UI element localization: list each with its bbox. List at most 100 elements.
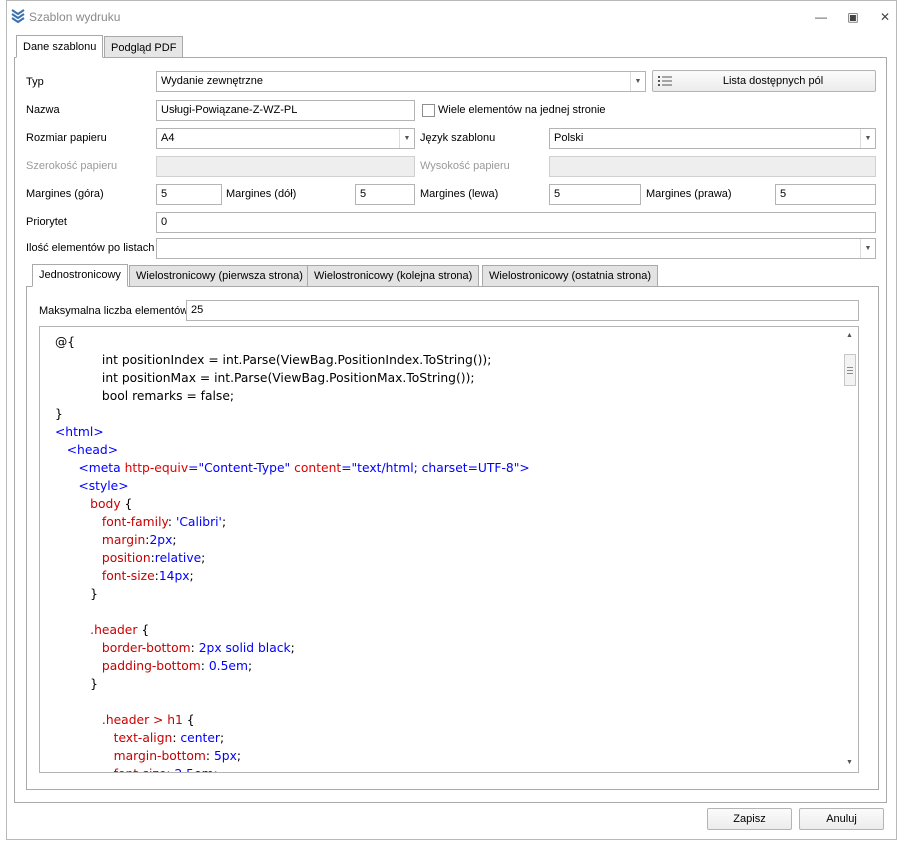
cancel-button[interactable]: Anuluj bbox=[799, 808, 884, 830]
code-token: http-equiv bbox=[124, 461, 189, 475]
code-token: padding-bottom bbox=[55, 659, 201, 673]
code-token: 2px bbox=[149, 533, 173, 547]
code-token: 5px bbox=[213, 749, 237, 763]
code-line: padding-bottom: 0.5em; bbox=[55, 657, 530, 675]
code-token: "text/html; charset=UTF-8" bbox=[351, 461, 520, 475]
nazwa-input[interactable]: Usługi-Powiązane-Z-WZ-PL bbox=[156, 100, 415, 121]
close-icon[interactable]: ✕ bbox=[876, 9, 894, 25]
code-token: { bbox=[124, 497, 133, 511]
code-line: body { bbox=[55, 495, 530, 513]
margines-gora-input[interactable]: 5 bbox=[156, 184, 222, 205]
wysokosc-papieru-label: Wysokość papieru bbox=[420, 160, 510, 172]
code-token: ; bbox=[221, 515, 227, 529]
rozmiar-papieru-combo[interactable]: A4 ▼ bbox=[156, 128, 415, 149]
code-token: > bbox=[519, 461, 530, 475]
scroll-thumb[interactable] bbox=[844, 354, 856, 386]
szerokosc-papieru-input bbox=[156, 156, 415, 177]
margines-lewa-label: Margines (lewa) bbox=[420, 188, 499, 200]
code-token: ; bbox=[247, 659, 253, 673]
code-token: margin bbox=[55, 533, 146, 547]
lista-dostepnych-pol-button[interactable]: Lista dostępnych pól bbox=[652, 70, 876, 92]
code-line: <html> bbox=[55, 423, 530, 441]
code-line: int positionMax = int.Parse(ViewBag.Posi… bbox=[55, 369, 530, 387]
typ-label: Typ bbox=[26, 76, 44, 88]
jezyk-szablonu-combo[interactable]: Polski ▼ bbox=[549, 128, 876, 149]
code-token: } bbox=[55, 587, 99, 601]
code-token: font-size bbox=[55, 569, 155, 583]
margines-prawa-label: Margines (prawa) bbox=[646, 188, 732, 200]
chevron-down-icon[interactable]: ▼ bbox=[860, 239, 875, 258]
code-line: position:relative; bbox=[55, 549, 530, 567]
dialog-window: Szablon wydruku — ▣ ✕ Dane szablonu Podg… bbox=[6, 0, 897, 840]
ilosc-elementow-combo[interactable]: ▼ bbox=[156, 238, 876, 259]
tab-wielostronicowy-pierwsza[interactable]: Wielostronicowy (pierwsza strona) bbox=[129, 265, 310, 287]
code-token: 14px bbox=[158, 569, 190, 583]
code-content[interactable]: @{ int positionIndex = int.Parse(ViewBag… bbox=[55, 333, 530, 772]
scroll-down-icon[interactable]: ▼ bbox=[841, 756, 858, 770]
minimize-icon[interactable]: — bbox=[812, 9, 830, 25]
code-token: .header > h1 bbox=[55, 713, 187, 727]
code-line: int positionIndex = int.Parse(ViewBag.Po… bbox=[55, 351, 530, 369]
wysokosc-papieru-input bbox=[549, 156, 876, 177]
code-token: ; bbox=[172, 533, 177, 547]
tab-wielostronicowy-ostatnia[interactable]: Wielostronicowy (ostatnia strona) bbox=[482, 265, 659, 287]
code-editor[interactable]: @{ int positionIndex = int.Parse(ViewBag… bbox=[39, 326, 859, 773]
tab-dane-szablonu[interactable]: Dane szablonu bbox=[16, 35, 104, 58]
margines-prawa-input[interactable]: 5 bbox=[775, 184, 876, 205]
margines-dol-input[interactable]: 5 bbox=[355, 184, 415, 205]
margines-gora-label: Margines (góra) bbox=[26, 188, 104, 200]
code-line: text-align: center; bbox=[55, 729, 530, 747]
code-token: : bbox=[200, 659, 209, 673]
code-token: 2px solid black bbox=[198, 641, 291, 655]
code-token: content bbox=[290, 461, 342, 475]
max-elementow-input[interactable]: 25 bbox=[186, 300, 859, 321]
code-token: body bbox=[55, 497, 125, 511]
maximize-icon[interactable]: ▣ bbox=[844, 9, 862, 25]
code-token: font-size bbox=[55, 767, 167, 772]
code-line: margin-bottom: 5px; bbox=[55, 747, 530, 765]
tab-wielostronicowy-kolejna[interactable]: Wielostronicowy (kolejna strona) bbox=[307, 265, 480, 287]
margines-lewa-input[interactable]: 5 bbox=[549, 184, 641, 205]
code-token: "Content-Type" bbox=[198, 461, 291, 475]
code-token: .header bbox=[55, 623, 142, 637]
jednostronicowy-panel: Maksymalna liczba elementów 25 @{ int po… bbox=[26, 286, 879, 790]
priorytet-input[interactable]: 0 bbox=[156, 212, 876, 233]
code-token: border-bottom bbox=[55, 641, 191, 655]
code-token: 0.5em bbox=[208, 659, 248, 673]
chevron-down-icon[interactable]: ▼ bbox=[860, 129, 875, 148]
code-token: <style> bbox=[55, 479, 129, 493]
code-token: ; bbox=[290, 641, 295, 655]
code-token: text-align bbox=[55, 731, 173, 745]
code-token: margin-bottom bbox=[55, 749, 206, 763]
tab-jednostronicowy[interactable]: Jednostronicowy bbox=[32, 264, 128, 287]
nazwa-label: Nazwa bbox=[26, 104, 60, 116]
code-token: : bbox=[167, 515, 176, 529]
wiele-elementow-checkbox[interactable] bbox=[422, 104, 435, 117]
code-token: 'Calibri' bbox=[175, 515, 222, 529]
vertical-scrollbar[interactable]: ▲ ▼ bbox=[841, 327, 858, 772]
tab-podglad-pdf[interactable]: Podgląd PDF bbox=[104, 36, 184, 58]
nazwa-value: Usługi-Powiązane-Z-WZ-PL bbox=[161, 104, 298, 116]
code-token: center bbox=[180, 731, 220, 745]
typ-combo[interactable]: Wydanie zewnętrzne ▼ bbox=[156, 71, 646, 92]
code-token: position bbox=[55, 551, 151, 565]
ilosc-elementow-label: Ilość elementów po listach bbox=[26, 242, 155, 254]
code-token: ; bbox=[189, 569, 194, 583]
code-line: <head> bbox=[55, 441, 530, 459]
code-token: ; bbox=[201, 551, 206, 565]
chevron-down-icon[interactable]: ▼ bbox=[630, 72, 645, 91]
code-token: 2.5em bbox=[174, 767, 213, 772]
chevron-down-icon[interactable]: ▼ bbox=[399, 129, 414, 148]
rozmiar-papieru-label: Rozmiar papieru bbox=[26, 132, 107, 144]
code-token: : bbox=[205, 749, 214, 763]
wiele-elementow-label: Wiele elementów na jednej stronie bbox=[438, 104, 606, 116]
save-button[interactable]: Zapisz bbox=[707, 808, 792, 830]
code-token: = bbox=[341, 461, 352, 475]
code-token: <meta bbox=[55, 461, 125, 475]
typ-value: Wydanie zewnętrzne bbox=[161, 75, 264, 87]
szerokosc-papieru-label: Szerokość papieru bbox=[26, 160, 118, 172]
scroll-up-icon[interactable]: ▲ bbox=[841, 329, 858, 343]
code-line: <meta http-equiv="Content-Type" content=… bbox=[55, 459, 530, 477]
code-line: } bbox=[55, 405, 530, 423]
